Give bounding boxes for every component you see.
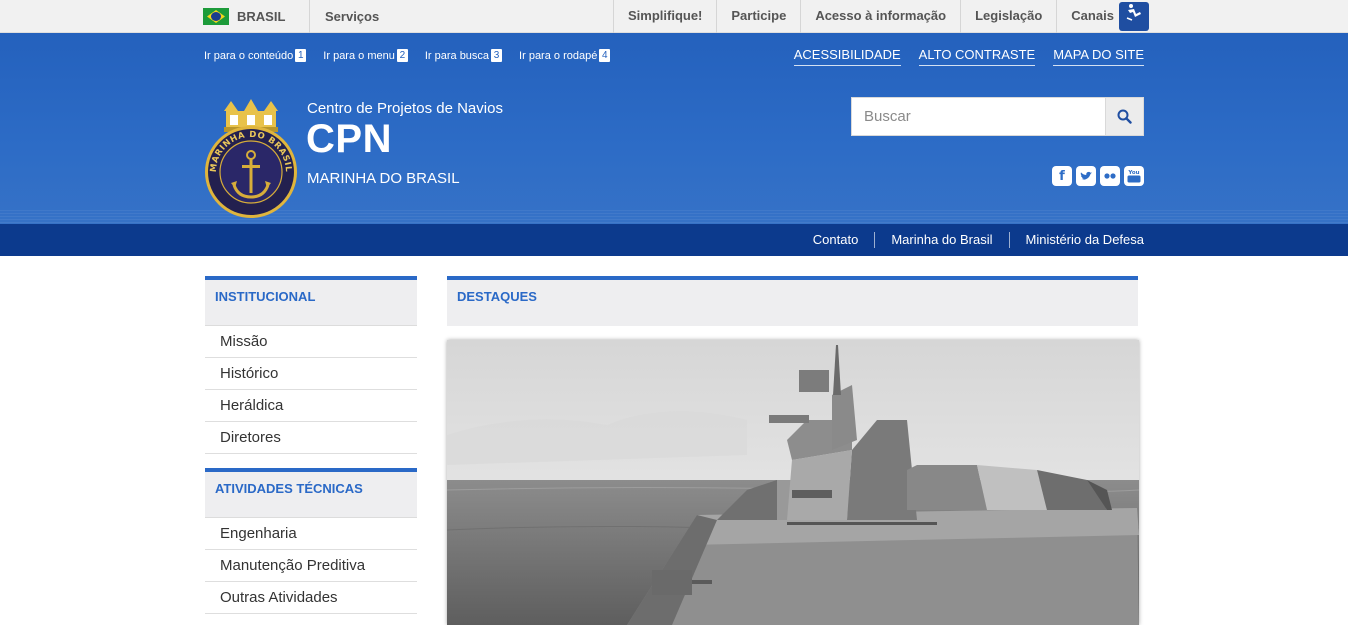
gov-link-simplifique[interactable]: Simplifique!: [613, 0, 716, 33]
header-nav-links: Contato Marinha do Brasil Ministério da …: [797, 224, 1144, 256]
sidebar-item-missao[interactable]: Missão: [205, 326, 417, 358]
nav-link-contato[interactable]: Contato: [797, 232, 875, 248]
nav-link-marinha[interactable]: Marinha do Brasil: [874, 232, 1008, 248]
search-icon: [1117, 109, 1132, 124]
gov-links: Simplifique! Participe Acesso à informaç…: [613, 0, 1128, 33]
gov-link-legislacao[interactable]: Legislação: [960, 0, 1056, 33]
accessibility-links: ACESSIBILIDADE ALTO CONTRASTE MAPA DO SI…: [776, 47, 1144, 66]
sidebar-section-title: INSTITUCIONAL: [205, 276, 417, 326]
sidebar: INSTITUCIONAL Missão Histórico Heráldica…: [205, 276, 417, 614]
accessibility-link[interactable]: ACESSIBILIDADE: [793, 47, 901, 66]
sidebar-item-heraldica[interactable]: Heráldica: [205, 390, 417, 422]
sidebar-item-historico[interactable]: Histórico: [205, 358, 417, 390]
site-org: MARINHA DO BRASIL: [307, 170, 460, 187]
social-links: f You: [1052, 166, 1144, 186]
sidebar-item-engenharia[interactable]: Engenharia: [205, 518, 417, 550]
nav-link-defesa[interactable]: Ministério da Defesa: [1008, 232, 1144, 248]
site-subtitle: Centro de Projetos de Navios: [307, 100, 503, 117]
divider: [309, 0, 310, 33]
skip-to-footer[interactable]: Ir para o rodapé 4: [519, 49, 611, 62]
svg-text:You: You: [1127, 170, 1139, 176]
skip-to-menu[interactable]: Ir para o menu 2: [323, 49, 408, 62]
navy-emblem-logo[interactable]: MARINHA DO BRASIL: [204, 97, 298, 221]
gov-link-acesso-informacao[interactable]: Acesso à informação: [800, 0, 960, 33]
skip-to-search[interactable]: Ir para busca 3: [425, 49, 503, 62]
header-nav-bar: Contato Marinha do Brasil Ministério da …: [0, 224, 1348, 256]
site-title[interactable]: CPN: [306, 117, 392, 162]
gov-bar: BRASIL Serviços Simplifique! Participe A…: [0, 0, 1348, 33]
gov-link-participe[interactable]: Participe: [716, 0, 800, 33]
gov-brasil-link[interactable]: BRASIL: [237, 9, 285, 24]
accessibility-vlibras-icon[interactable]: [1119, 2, 1149, 31]
sidebar-item-manutencao[interactable]: Manutenção Preditiva: [205, 550, 417, 582]
search-input[interactable]: [852, 98, 1106, 135]
skip-links: Ir para o conteúdo 1 Ir para o menu 2 Ir p…: [204, 49, 627, 62]
featured-ship-image[interactable]: [447, 340, 1139, 625]
gov-link-canais[interactable]: Canais: [1056, 0, 1128, 33]
destaques-header: DESTAQUES: [447, 276, 1138, 326]
site-header: Ir para o conteúdo 1 Ir para o menu 2 Ir p…: [0, 33, 1348, 224]
facebook-icon[interactable]: f: [1052, 166, 1072, 186]
sidebar-section-title: ATIVIDADES TÉCNICAS: [205, 468, 417, 518]
sitemap-link[interactable]: MAPA DO SITE: [1053, 47, 1144, 66]
search-box: [851, 97, 1144, 136]
high-contrast-link[interactable]: ALTO CONTRASTE: [918, 47, 1036, 66]
youtube-icon[interactable]: You: [1124, 166, 1144, 186]
sidebar-item-diretores[interactable]: Diretores: [205, 422, 417, 454]
brazil-flag-icon[interactable]: [203, 8, 229, 25]
flickr-icon[interactable]: [1100, 166, 1120, 186]
twitter-icon[interactable]: [1076, 166, 1096, 186]
sidebar-item-outras[interactable]: Outras Atividades: [205, 582, 417, 614]
search-button[interactable]: [1105, 98, 1143, 135]
gov-services-link[interactable]: Serviços: [325, 9, 379, 24]
skip-to-content[interactable]: Ir para o conteúdo 1: [204, 49, 307, 62]
